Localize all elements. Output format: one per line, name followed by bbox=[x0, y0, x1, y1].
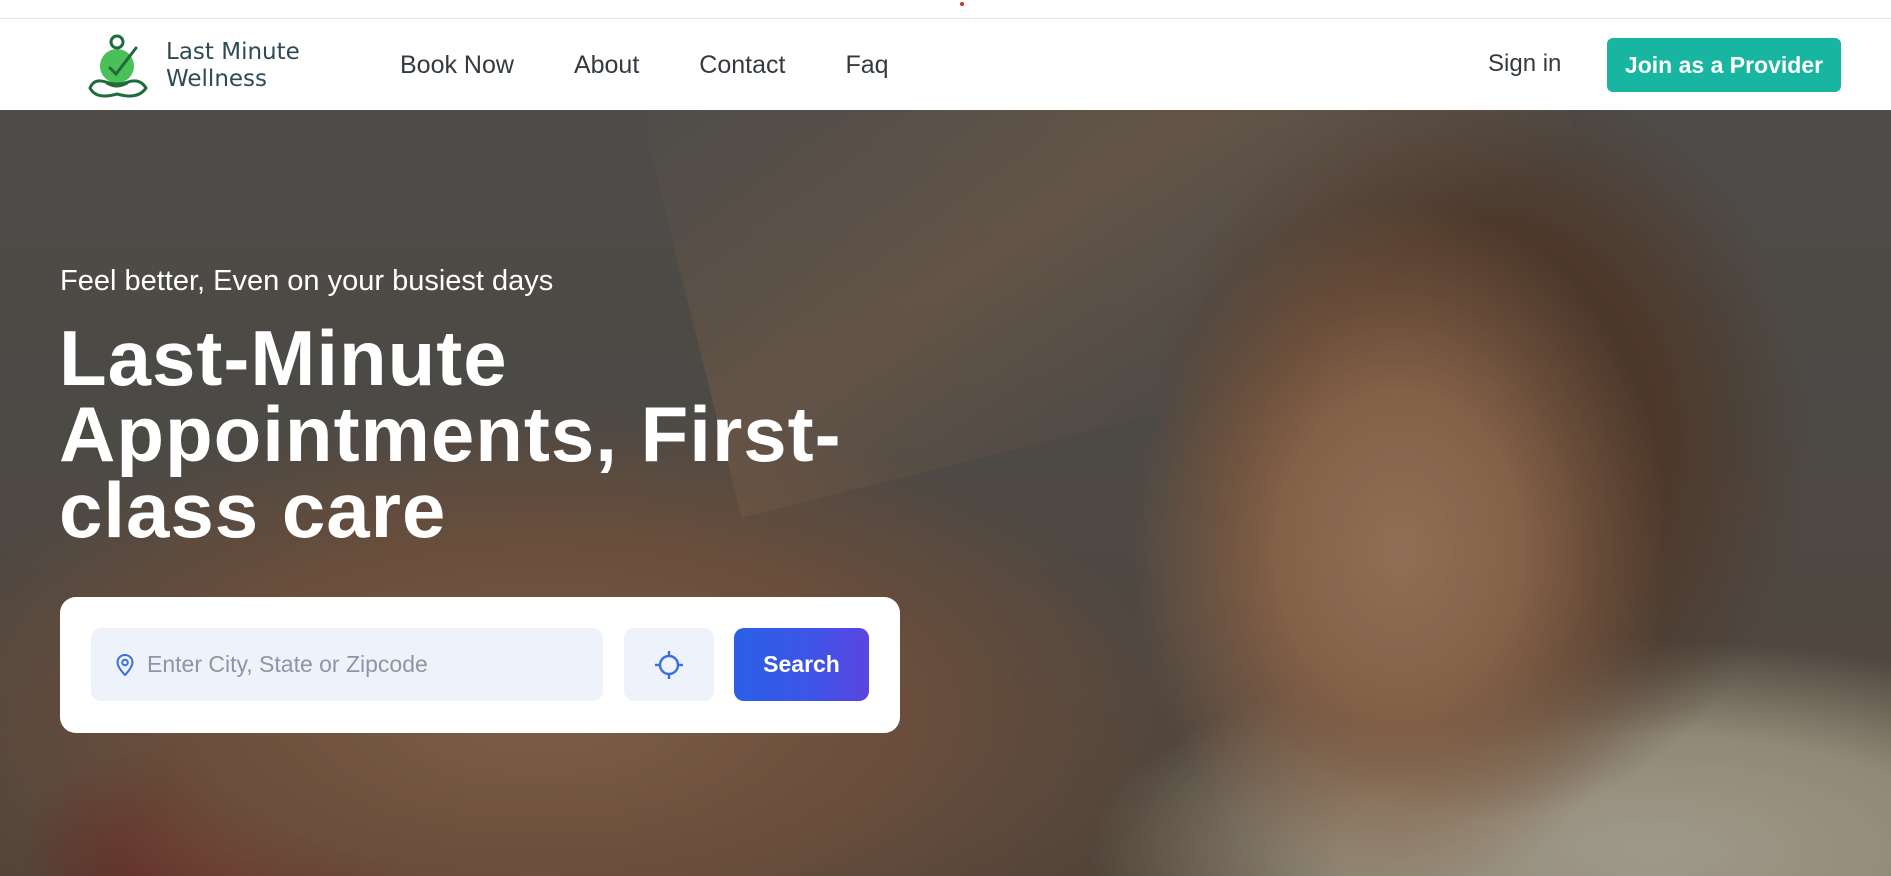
map-pin-icon bbox=[116, 653, 134, 676]
headline-line3: class care bbox=[59, 466, 447, 554]
nav-about[interactable]: About bbox=[574, 50, 639, 80]
hero-headline: Last-Minute Appointments, First- class c… bbox=[59, 319, 939, 549]
search-button[interactable]: Search bbox=[734, 628, 869, 701]
location-input[interactable] bbox=[147, 651, 587, 678]
meditating-figure-clock-icon bbox=[88, 34, 148, 98]
hero-section: Feel better, Even on your busiest days L… bbox=[0, 110, 1891, 876]
location-field[interactable] bbox=[91, 628, 603, 701]
headline-line2: Appointments, First- bbox=[59, 390, 842, 478]
join-as-provider-button[interactable]: Join as a Provider bbox=[1607, 38, 1841, 92]
crosshair-icon bbox=[655, 650, 683, 679]
use-my-location-button[interactable] bbox=[624, 628, 714, 701]
nav-contact[interactable]: Contact bbox=[699, 50, 785, 80]
nav-book-now[interactable]: Book Now bbox=[400, 50, 514, 80]
brand-name: Last Minute Wellness bbox=[166, 39, 300, 93]
hero-tagline: Feel better, Even on your busiest days bbox=[60, 265, 554, 297]
search-card: Search bbox=[60, 597, 900, 733]
headline-line1: Last-Minute bbox=[59, 314, 508, 402]
nav-faq[interactable]: Faq bbox=[845, 50, 888, 80]
site-header: Last Minute Wellness Book Now About Cont… bbox=[0, 20, 1891, 110]
sign-in-link[interactable]: Sign in bbox=[1488, 49, 1561, 79]
brand-name-line1: Last Minute bbox=[166, 39, 300, 65]
brand-name-line2: Wellness bbox=[166, 66, 268, 92]
top-strip bbox=[0, 0, 1891, 19]
logo[interactable]: Last Minute Wellness bbox=[84, 28, 300, 104]
indicator-dot bbox=[960, 2, 964, 6]
main-nav: Book Now About Contact Faq bbox=[400, 50, 949, 80]
